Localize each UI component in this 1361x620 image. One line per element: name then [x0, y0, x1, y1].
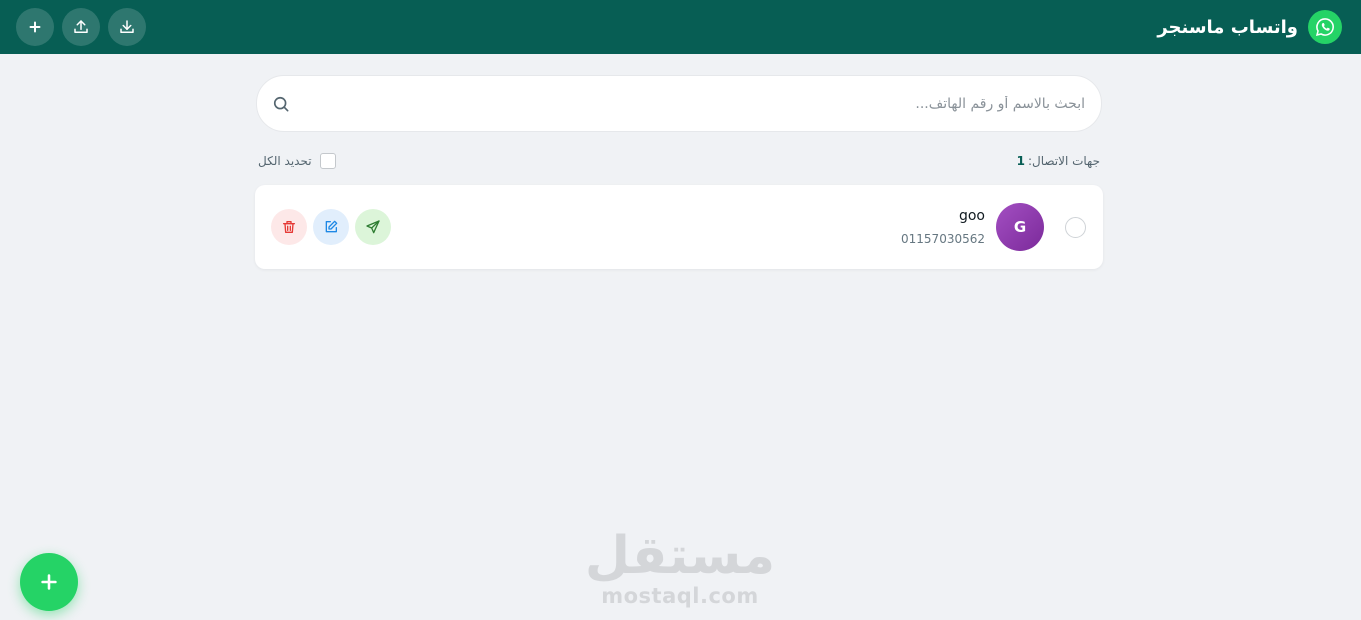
- plus-icon: [29, 21, 41, 33]
- contact-select-radio[interactable]: [1065, 216, 1086, 238]
- add-button[interactable]: [16, 8, 54, 46]
- avatar: G: [996, 203, 1044, 251]
- header-actions: [16, 8, 146, 46]
- watermark: مستقل mostaql.com: [560, 528, 800, 608]
- contacts-count: جهات الاتصال: 1: [1017, 154, 1100, 168]
- edit-icon: [325, 220, 338, 233]
- contact-info: goo 01157030562 G: [901, 203, 1086, 251]
- contact-name: goo: [958, 208, 985, 224]
- trash-icon: [283, 221, 295, 233]
- new-contact-fab[interactable]: [20, 553, 78, 611]
- select-all[interactable]: تحديد الكل: [258, 153, 336, 169]
- app-header: واتساب ماسنجر: [0, 0, 1361, 54]
- select-all-checkbox[interactable]: [319, 153, 336, 169]
- download-button[interactable]: [108, 8, 146, 46]
- edit-button[interactable]: [313, 209, 349, 245]
- contact-actions: [271, 209, 391, 245]
- contacts-count-value: 1: [1016, 154, 1025, 168]
- upload-icon: [74, 20, 88, 33]
- plus-icon: [41, 574, 57, 590]
- app-title: واتساب ماسنجر: [1157, 16, 1298, 38]
- watermark-latin: mostaql.com: [601, 584, 759, 608]
- search-icon[interactable]: [271, 94, 291, 114]
- upload-button[interactable]: [62, 8, 100, 46]
- contact-card[interactable]: goo 01157030562 G: [255, 185, 1103, 269]
- contact-text: goo 01157030562: [901, 208, 985, 246]
- delete-button[interactable]: [271, 209, 307, 245]
- brand: واتساب ماسنجر: [1157, 10, 1342, 44]
- search-bar: [256, 75, 1102, 132]
- watermark-arabic: مستقل: [584, 526, 776, 586]
- send-button[interactable]: [355, 209, 391, 245]
- select-all-label: تحديد الكل: [258, 154, 312, 168]
- whatsapp-icon: [1308, 10, 1342, 44]
- contacts-count-label: جهات الاتصال:: [1027, 154, 1100, 168]
- search-input[interactable]: [291, 95, 1085, 112]
- contacts-meta: تحديد الكل جهات الاتصال: 1: [258, 150, 1100, 172]
- send-icon: [366, 220, 380, 234]
- contact-phone: 01157030562: [901, 232, 985, 246]
- download-icon: [120, 20, 134, 33]
